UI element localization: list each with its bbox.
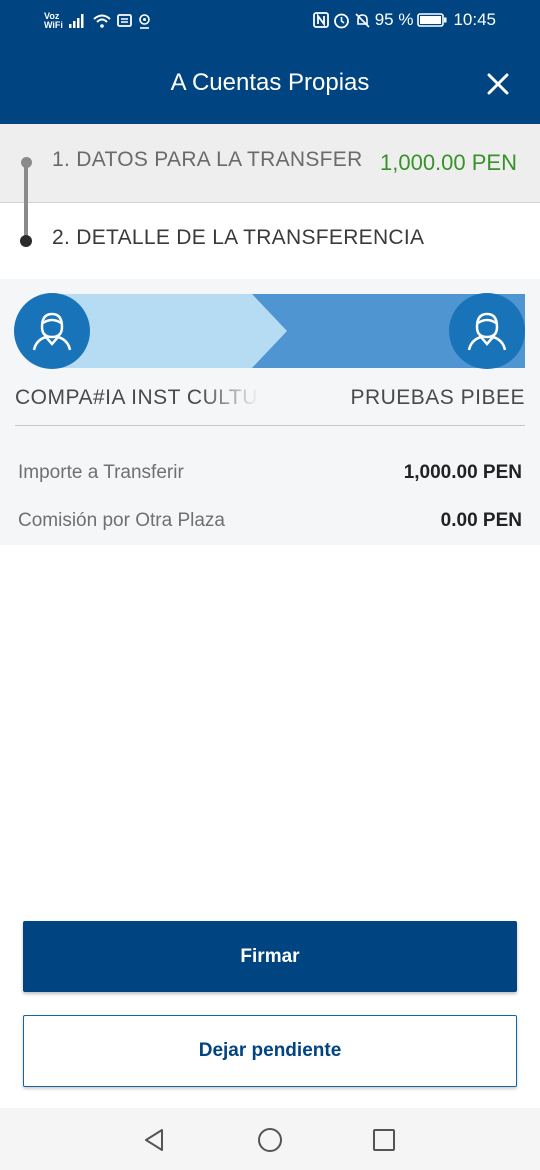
user-icon (467, 312, 507, 351)
recipient-avatar (449, 293, 525, 369)
timeline-dot-step1 (21, 157, 32, 168)
commission-label: Comisión por Otra Plaza (18, 510, 225, 531)
status-left: Voz WiFi (44, 10, 151, 32)
battery-icon (417, 13, 447, 27)
close-icon (487, 73, 509, 95)
close-button[interactable] (478, 64, 518, 104)
status-right: 95 % 10:45 (312, 8, 496, 32)
amount-label: Importe a Transferir (18, 462, 184, 483)
sender-avatar (14, 293, 90, 369)
leave-pending-button[interactable]: Dejar pendiente (23, 1015, 517, 1087)
signal-icon (68, 14, 84, 28)
alarm-icon (333, 13, 349, 28)
commission-value: 0.00 PEN (440, 510, 522, 531)
step1-label: 1. DATOS PARA LA TRANSFERENCIA (52, 148, 362, 171)
name-fade (200, 384, 260, 416)
voz-wifi-label: Voz WiFi (44, 11, 63, 30)
home-icon (258, 1128, 282, 1152)
summary-divider (15, 425, 525, 426)
location-icon (139, 13, 150, 29)
battery-percent: 95 % (374, 10, 414, 29)
recents-icon (373, 1129, 395, 1151)
amount-value: 1,000.00 PEN (403, 462, 522, 483)
page-title: A Cuentas Propias (170, 69, 370, 96)
home-button[interactable] (252, 1122, 288, 1158)
status-bar: Voz WiFi 95 % 10:45 (0, 0, 540, 40)
user-icon (32, 312, 72, 351)
message-icon (117, 14, 132, 27)
clock: 10:45 (453, 10, 496, 29)
mute-icon (355, 12, 370, 28)
timeline-line (24, 163, 28, 241)
step2-label: 2. DETALLE DE LA TRANSFERENCIA (52, 226, 425, 249)
sign-button[interactable]: Firmar (23, 921, 517, 992)
timeline-dot-step2 (20, 235, 32, 247)
step1-amount: 1,000.00 PEN (380, 150, 517, 175)
recipient-name: PRUEBAS PIBEE (350, 386, 525, 409)
wifi-icon (93, 14, 111, 28)
back-icon (145, 1129, 163, 1151)
nfc-icon (312, 12, 329, 28)
recents-button[interactable] (366, 1122, 402, 1158)
back-button[interactable] (136, 1122, 172, 1158)
